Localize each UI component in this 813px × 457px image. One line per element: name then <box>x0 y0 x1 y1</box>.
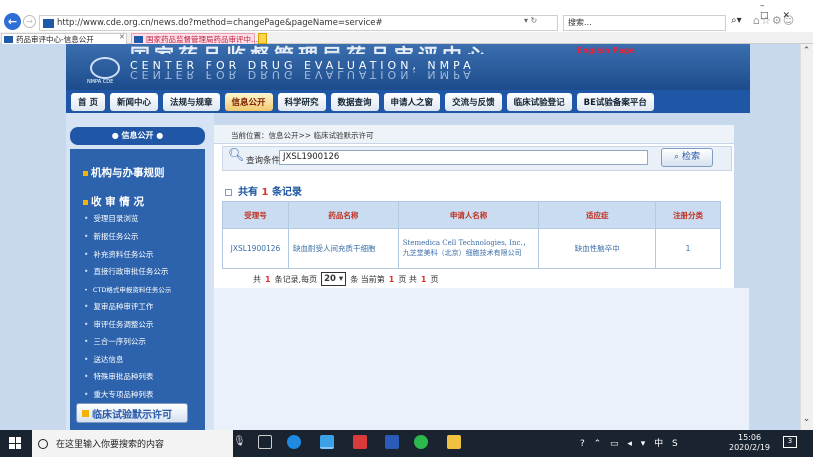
url-text: http://www.cde.org.cn/news.do?method=cha… <box>57 18 383 28</box>
scroll-up-arrow-icon[interactable]: ⌃ <box>800 46 813 56</box>
breadcrumb: 当前位置：信息公开>> 临床试验默示许可 <box>231 131 374 140</box>
nav-home[interactable]: 首 页 <box>71 92 105 111</box>
nav-info-public[interactable]: 信息公开 <box>224 92 273 111</box>
cell-indication[interactable]: 缺血性脑卒中 <box>538 228 657 269</box>
windows-start-icon[interactable] <box>9 437 21 449</box>
forward-button[interactable]: → <box>23 15 36 28</box>
nav-research[interactable]: 科学研究 <box>277 92 326 111</box>
site-favicon-icon <box>43 18 54 28</box>
tab-favicon-icon <box>4 36 13 43</box>
search-button[interactable]: ⌕ 检索 <box>661 148 713 167</box>
nav-feedback[interactable]: 交流与反馈 <box>445 92 502 111</box>
per-page-select[interactable]: 20 ▾ <box>321 272 347 286</box>
cde-logo <box>90 57 120 79</box>
notification-icon[interactable]: 3 <box>783 436 797 448</box>
search-icon[interactable]: ⌕▾ <box>731 15 742 26</box>
clock[interactable]: 15:06 2020/2/19 <box>729 433 770 453</box>
sidebar-head: ● 信息公开 ● <box>70 127 205 145</box>
sidebar-item[interactable]: 审评任务调整公示 <box>84 319 153 330</box>
col-drug-name: 药品名称 <box>287 201 399 229</box>
table-header-row: 受理号 药品名称 申请人名称 适应症 注册分类 <box>222 201 721 229</box>
ie-icon[interactable] <box>320 435 334 449</box>
clinical-trial-permit-button[interactable]: 临床试验默示许可 <box>76 403 188 423</box>
nav-regulations[interactable]: 法规与规章 <box>162 92 220 111</box>
scroll-down-arrow-icon[interactable]: ⌄ <box>800 414 813 424</box>
query-input[interactable]: JXSL1900126 <box>279 150 648 165</box>
nav-be-platform[interactable]: BE试验备案平台 <box>576 92 654 111</box>
cortana-icon <box>38 438 48 449</box>
sidebar-item[interactable]: CTD格式申报资料任务公示 <box>84 284 172 294</box>
sidebar-item[interactable]: 直接行政审批任务公示 <box>84 266 168 277</box>
task-view-icon[interactable] <box>258 435 272 449</box>
table-row[interactable]: JXSL1900126 缺血耐受人间充质干细胞 Stemedica Cell T… <box>222 228 721 269</box>
banner-abbr: NMPA CDE <box>87 79 114 85</box>
english-page-link[interactable]: English Page <box>577 46 635 55</box>
word-icon[interactable] <box>385 435 399 449</box>
col-applicant: 申请人名称 <box>397 201 540 229</box>
sidebar-item[interactable]: 特殊审批品种列表 <box>84 371 153 382</box>
browser-search-input[interactable]: 搜索... <box>563 15 726 31</box>
window-controls[interactable]: –□✕ <box>760 1 813 21</box>
main-nav: 首 页 新闻中心 法规与规章 信息公开 科学研究 数据查询 申请人之窗 交流与反… <box>66 90 750 113</box>
tab-label: 药品审评中心-信息公开 <box>16 35 94 44</box>
sidebar-section-review[interactable]: 收 审 情 况 <box>83 194 144 209</box>
col-reg-class: 注册分类 <box>655 201 721 229</box>
mic-icon[interactable]: 🎙︎ <box>233 436 246 447</box>
sidebar-section-institution[interactable]: 机构与办事规则 <box>83 165 165 180</box>
sidebar-item[interactable]: 补充资料任务公示 <box>84 249 153 260</box>
list-icon <box>225 188 232 196</box>
sidebar-item[interactable]: 重大专项品种列表 <box>84 389 153 400</box>
bullet-icon <box>83 199 88 205</box>
close-tab-icon[interactable]: ✕ <box>119 33 125 41</box>
back-button[interactable]: ← <box>4 13 21 30</box>
cell-applicant[interactable]: Stemedica Cell Technologies, Inc.，九芝堂美科（… <box>397 228 540 269</box>
nav-news[interactable]: 新闻中心 <box>109 92 158 111</box>
vertical-scrollbar[interactable] <box>800 44 813 430</box>
banner-title-cn: 国家药品监督管理局药品审评中心 <box>130 40 490 54</box>
col-indication: 适应症 <box>538 201 657 229</box>
main-content-tail <box>214 288 749 430</box>
sidebar-item[interactable]: 复审品种审评工作 <box>84 301 153 312</box>
magnifier-icon: 🔍︎ <box>228 148 245 163</box>
refresh-icon[interactable]: ▾ ↻ <box>524 16 537 25</box>
system-tray[interactable]: ? ⌃ ▭ ◂ ▾ 中 S <box>580 436 681 449</box>
edge-icon[interactable] <box>287 435 301 449</box>
record-count: 共有 1 条记录 <box>225 183 302 198</box>
nav-data-query[interactable]: 数据查询 <box>330 92 379 111</box>
cell-drug-name[interactable]: 缺血耐受人间充质干细胞 <box>287 228 399 269</box>
tab-info-public[interactable]: 药品审评中心-信息公开 <box>1 33 127 44</box>
cell-reg-class[interactable]: 1 <box>655 228 721 269</box>
results-table: 受理号 药品名称 申请人名称 适应症 注册分类 JXSL1900126 缺血耐受… <box>222 201 721 269</box>
sidebar-item[interactable]: 三合一序列公示 <box>84 336 146 347</box>
wechat-icon[interactable] <box>414 435 428 449</box>
taskbar-search-input[interactable]: 在这里输入你要搜索的内容 <box>32 430 233 457</box>
banner-title-reflection: CENTER FOR DRUG EVALUATION, NMPA <box>130 71 475 81</box>
nav-applicant[interactable]: 申请人之窗 <box>383 92 441 111</box>
app-red-icon[interactable] <box>353 435 367 449</box>
sidebar-item[interactable]: 受理目录浏览 <box>84 213 138 224</box>
address-bar[interactable]: http://www.cde.org.cn/news.do?method=cha… <box>39 15 558 31</box>
col-accept-no: 受理号 <box>222 201 289 229</box>
file-explorer-icon[interactable] <box>447 435 461 449</box>
nav-clinical-trial[interactable]: 临床试验登记 <box>506 92 572 111</box>
pager: 共 1 条记录,每页 20 ▾ 条 当前第 1 页 共1页 <box>253 272 439 286</box>
cell-accept-no[interactable]: JXSL1900126 <box>222 228 289 269</box>
sidebar-item[interactable]: 新报任务公示 <box>84 231 138 242</box>
bullet-icon <box>83 170 88 176</box>
doc-icon <box>82 409 89 417</box>
sidebar-item[interactable]: 送达信息 <box>84 354 123 365</box>
